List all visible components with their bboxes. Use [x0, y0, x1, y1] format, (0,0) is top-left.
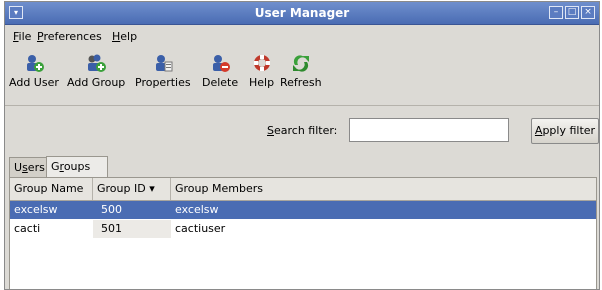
properties-button[interactable]: Properties: [135, 53, 191, 89]
group-name-cell: cacti: [14, 222, 41, 235]
table-row[interactable]: excelsw 500 excelsw: [10, 201, 596, 219]
table-row[interactable]: cacti 501 cactiuser: [10, 220, 596, 238]
refresh-button[interactable]: Refresh: [280, 53, 322, 89]
refresh-icon: [290, 53, 312, 73]
add-user-icon: [23, 53, 45, 73]
close-icon[interactable]: ×: [581, 6, 595, 19]
help-button[interactable]: Help: [249, 53, 274, 89]
tab-groups[interactable]: Groups: [46, 156, 108, 178]
tab-users[interactable]: Users: [9, 157, 47, 177]
menu-bar: File Preferences Help: [5, 25, 599, 47]
properties-icon: [152, 53, 174, 73]
column-header-group-members[interactable]: Group Members: [171, 178, 596, 200]
add-user-button[interactable]: Add User: [9, 53, 59, 89]
menu-preferences[interactable]: Preferences: [37, 30, 102, 43]
groups-table: Group Name Group ID ▾ Group Members exce…: [9, 177, 597, 289]
search-filter-label: Search filter:: [267, 124, 338, 137]
group-members-cell: cactiuser: [175, 222, 226, 235]
column-header-group-name[interactable]: Group Name: [10, 178, 93, 200]
group-id-cell: 501: [93, 220, 171, 238]
group-members-cell: excelsw: [175, 203, 219, 216]
minimize-icon[interactable]: –: [549, 6, 563, 19]
group-name-cell: excelsw: [14, 203, 58, 216]
delete-button[interactable]: Delete: [202, 53, 238, 89]
add-group-button[interactable]: Add Group: [67, 53, 125, 89]
search-filter-input[interactable]: [349, 118, 509, 142]
maximize-icon[interactable]: □: [565, 6, 579, 19]
menu-help[interactable]: Help: [112, 30, 137, 43]
filter-bar: Search filter: Apply filter: [5, 106, 599, 152]
lifebuoy-icon: [251, 53, 273, 73]
window-title: User Manager: [254, 6, 350, 20]
user-manager-window: ▾ User Manager – □ × File Preferences He…: [4, 1, 600, 290]
column-header-group-id[interactable]: Group ID ▾: [93, 178, 171, 200]
toolbar: Add User Add Group Properties Delete Hel…: [5, 49, 599, 106]
sort-descending-icon: ▾: [149, 182, 155, 195]
apply-filter-button[interactable]: Apply filter: [531, 118, 599, 144]
title-bar[interactable]: ▾ User Manager – □ ×: [5, 2, 599, 25]
add-group-icon: [85, 53, 107, 73]
group-id-cell: 500: [101, 203, 122, 216]
menu-file[interactable]: File: [13, 30, 31, 43]
delete-icon: [209, 53, 231, 73]
table-header: Group Name Group ID ▾ Group Members: [10, 178, 596, 201]
